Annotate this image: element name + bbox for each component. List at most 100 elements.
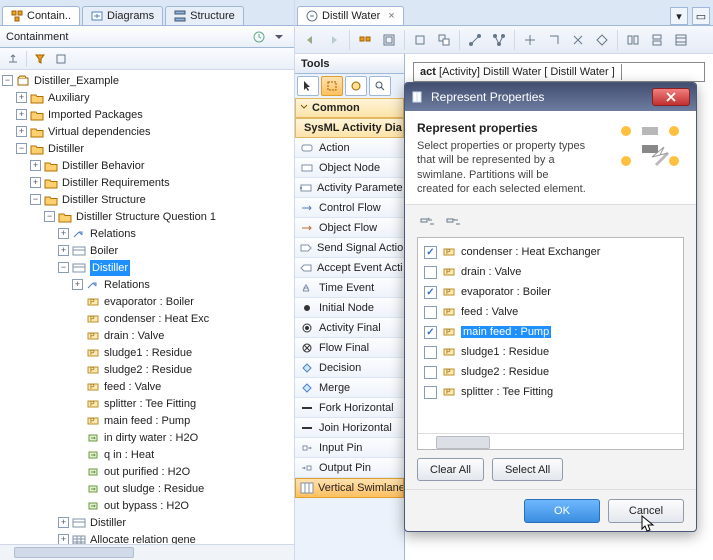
tree-row[interactable]: +Distiller: [2, 514, 294, 531]
palette-item[interactable]: Flow Final: [295, 338, 404, 358]
tb-button[interactable]: [670, 29, 692, 51]
tb-button[interactable]: [488, 29, 510, 51]
tree-row[interactable]: Psludge1 : Residue: [2, 344, 294, 361]
tb-button[interactable]: [519, 29, 541, 51]
tab-list-button[interactable]: ▾: [670, 7, 688, 25]
property-row[interactable]: Psludge1 : Residue: [420, 342, 681, 362]
containment-tree[interactable]: −Distiller_Example+Auxiliary+Imported Pa…: [0, 70, 294, 560]
tab-diagrams[interactable]: Diagrams: [82, 6, 163, 25]
tree-toggle[interactable]: +: [58, 228, 69, 239]
tree-row[interactable]: +Relations: [2, 276, 294, 293]
checkbox[interactable]: [424, 246, 437, 259]
tree-row[interactable]: −Distiller Structure Question 1: [2, 208, 294, 225]
zoom-tool[interactable]: [369, 76, 391, 96]
select-all-button[interactable]: Select All: [492, 458, 563, 481]
tb-button[interactable]: [591, 29, 613, 51]
cursor-tool[interactable]: [297, 76, 319, 96]
property-row[interactable]: Pmain feed : Pump: [420, 322, 681, 342]
palette-item[interactable]: Decision: [295, 358, 404, 378]
tree-toggle[interactable]: +: [30, 160, 41, 171]
palette-item[interactable]: Action: [295, 138, 404, 158]
filter-button[interactable]: [30, 50, 50, 68]
tab-distill-water[interactable]: Distill Water ×: [297, 6, 404, 25]
close-button[interactable]: [652, 88, 690, 106]
checkbox[interactable]: [424, 326, 437, 339]
tree-row[interactable]: out bypass : H2O: [2, 497, 294, 514]
tb-button[interactable]: [567, 29, 589, 51]
tree-row[interactable]: −Distiller_Example: [2, 72, 294, 89]
tree-toggle[interactable]: −: [16, 143, 27, 154]
palette-item[interactable]: Object Node: [295, 158, 404, 178]
palette-item[interactable]: Activity Paramete: [295, 178, 404, 198]
tab-structure[interactable]: Structure: [165, 6, 244, 25]
checkbox[interactable]: [424, 306, 437, 319]
tree-row[interactable]: out purified : H2O: [2, 463, 294, 480]
palette-item[interactable]: Control Flow: [295, 198, 404, 218]
property-list[interactable]: Pcondenser : Heat ExchangerPdrain : Valv…: [417, 237, 684, 450]
palette-item[interactable]: Send Signal Actio: [295, 238, 404, 258]
marquee-tool[interactable]: [321, 76, 343, 96]
tree-row[interactable]: Psplitter : Tee Fitting: [2, 395, 294, 412]
palette-item[interactable]: Time Event: [295, 278, 404, 298]
tree-row[interactable]: +Virtual dependencies: [2, 123, 294, 140]
nav-fwd-button[interactable]: [323, 29, 345, 51]
list-hscrollbar[interactable]: [418, 433, 683, 449]
tree-toggle[interactable]: +: [58, 517, 69, 528]
palette-item[interactable]: Activity Final: [295, 318, 404, 338]
tree-toggle[interactable]: −: [44, 211, 55, 222]
palette-item[interactable]: Join Horizontal: [295, 418, 404, 438]
cancel-button[interactable]: Cancel: [608, 499, 684, 523]
tb-button[interactable]: [622, 29, 644, 51]
tab-containment[interactable]: Contain..: [2, 6, 80, 25]
tree-toggle[interactable]: +: [58, 245, 69, 256]
property-row[interactable]: Psludge2 : Residue: [420, 362, 681, 382]
palette-item[interactable]: Initial Node: [295, 298, 404, 318]
tree-toggle[interactable]: +: [16, 92, 27, 103]
tree-row[interactable]: −Distiller: [2, 140, 294, 157]
history-icon[interactable]: [250, 28, 268, 46]
tree-toggle[interactable]: −: [2, 75, 13, 86]
clear-all-button[interactable]: Clear All: [417, 458, 484, 481]
palette-item[interactable]: Accept Event Acti: [295, 258, 404, 278]
dialog-titlebar[interactable]: Represent Properties: [405, 83, 696, 111]
palette-group-common[interactable]: Common: [295, 98, 404, 118]
tb-button[interactable]: [409, 29, 431, 51]
tree-row[interactable]: q in : Heat: [2, 446, 294, 463]
tree-row[interactable]: +Auxiliary: [2, 89, 294, 106]
tree-toggle[interactable]: +: [16, 109, 27, 120]
palette-item[interactable]: Merge: [295, 378, 404, 398]
tree-row[interactable]: out sludge : Residue: [2, 480, 294, 497]
palette-item[interactable]: Object Flow: [295, 218, 404, 238]
tree-toggle[interactable]: +: [30, 177, 41, 188]
options-button[interactable]: [51, 50, 71, 68]
view-menu-icon[interactable]: [270, 28, 288, 46]
tb-button[interactable]: [543, 29, 565, 51]
collapse-button[interactable]: -: [443, 213, 465, 233]
tree-row[interactable]: Pfeed : Valve: [2, 378, 294, 395]
tree-row[interactable]: +Distiller Behavior: [2, 157, 294, 174]
tree-row[interactable]: Pevaporator : Boiler: [2, 293, 294, 310]
tree-toggle[interactable]: +: [72, 279, 83, 290]
tree-row[interactable]: in dirty water : H2O: [2, 429, 294, 446]
property-row[interactable]: Psplitter : Tee Fitting: [420, 382, 681, 402]
property-row[interactable]: Pevaporator : Boiler: [420, 282, 681, 302]
tb-button[interactable]: [433, 29, 455, 51]
tb-button[interactable]: [378, 29, 400, 51]
close-icon[interactable]: ×: [388, 10, 394, 22]
checkbox[interactable]: [424, 346, 437, 359]
palette-item[interactable]: Input Pin: [295, 438, 404, 458]
tb-button[interactable]: [464, 29, 486, 51]
tree-row[interactable]: Pdrain : Valve: [2, 327, 294, 344]
tb-button[interactable]: [354, 29, 376, 51]
tree-row[interactable]: +Allocate relation gene: [2, 531, 294, 544]
tree-row[interactable]: Pmain feed : Pump: [2, 412, 294, 429]
tree-row[interactable]: −Distiller Structure: [2, 191, 294, 208]
checkbox[interactable]: [424, 366, 437, 379]
tree-row[interactable]: +Distiller Requirements: [2, 174, 294, 191]
palette-item[interactable]: Output Pin: [295, 458, 404, 478]
collapse-button[interactable]: [3, 50, 23, 68]
tree-toggle[interactable]: +: [58, 534, 69, 544]
property-row[interactable]: Pcondenser : Heat Exchanger: [420, 242, 681, 262]
tree-toggle[interactable]: −: [30, 194, 41, 205]
property-row[interactable]: Pfeed : Valve: [420, 302, 681, 322]
